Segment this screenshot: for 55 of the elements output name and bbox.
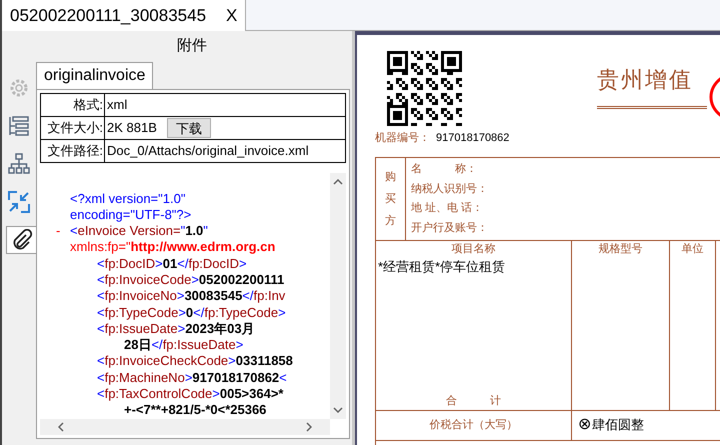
column-header: 单位 bbox=[682, 242, 704, 254]
total-label: 合 计 bbox=[445, 394, 502, 409]
field-value: Doc_0/Attachs/original_invoice.xml bbox=[107, 142, 309, 160]
field-label: 文件路径: bbox=[40, 139, 104, 162]
xml-line: <fp:DocID>01</fp:DocID> bbox=[97, 256, 247, 271]
xml-line: <eInvoice Version="1.0" bbox=[70, 223, 208, 238]
buyer-label: 购买方 bbox=[376, 158, 406, 240]
xml-line: <fp:MachineNo>917018170862< bbox=[97, 370, 287, 385]
scroll-right-icon[interactable] bbox=[306, 422, 312, 432]
xml-line: encoding="UTF-8"?> bbox=[70, 206, 192, 222]
buyer-field-label: 纳税人识别号： bbox=[411, 182, 488, 196]
tool-tab[interactable] bbox=[6, 226, 36, 254]
tree-icon[interactable] bbox=[8, 152, 30, 174]
buyer-field-label: 名 称： bbox=[411, 162, 478, 177]
field-value: 2K 881B bbox=[107, 118, 157, 137]
xml-line: +-<7**+821/5-*0<*25366 bbox=[124, 402, 266, 418]
item-name: *经营租赁*停车位租赁 bbox=[378, 258, 506, 276]
grand-total-amount: 肆佰圆整 bbox=[592, 416, 644, 434]
xml-line: <fp:InvoiceNo>30083545</fp:Inv bbox=[97, 288, 286, 304]
scroll-down-icon[interactable] bbox=[333, 407, 343, 413]
xml-line: <fp:TypeCode>0</fp:TypeCode> bbox=[97, 304, 286, 320]
document-tab[interactable]: 052002200111_30083545 X bbox=[2, 0, 246, 31]
field-label: 文件大小: bbox=[40, 116, 104, 139]
panel-title: 附件 bbox=[176, 36, 208, 56]
horizontal-scrollbar[interactable] bbox=[40, 419, 330, 435]
xml-line: <?xml version="1.0" bbox=[70, 190, 186, 206]
xml-line: <fp:InvoiceCheckCode>03311858 bbox=[97, 353, 293, 368]
xml-line: <fp:IssueDate>2023年03月 bbox=[97, 320, 255, 336]
collapse-marker[interactable]: - bbox=[56, 223, 60, 240]
paperclip-icon[interactable] bbox=[10, 228, 32, 250]
field-label: 格式: bbox=[40, 93, 104, 116]
list-icon[interactable] bbox=[8, 114, 30, 136]
tab-title: 052002200111_30083545 bbox=[10, 4, 206, 27]
buyer-field-label: 地 址、电 话： bbox=[411, 201, 484, 216]
field-value: xml bbox=[107, 96, 128, 114]
grand-total-label: 价税合计（大写） bbox=[430, 418, 518, 433]
vertical-scrollbar[interactable] bbox=[330, 172, 346, 419]
scroll-up-icon[interactable] bbox=[333, 178, 343, 184]
machine-no: 917018170862 bbox=[436, 131, 510, 146]
xml-line: xmlns:fp="http://www.edrm.org.cn bbox=[70, 239, 276, 254]
shrink-icon[interactable] bbox=[8, 190, 30, 212]
machine-no-label: 机器编号： bbox=[375, 131, 430, 146]
invoice-title: 贵州增值 bbox=[597, 66, 694, 94]
download-button[interactable]: 下载 bbox=[166, 118, 211, 138]
buyer-field-label: 开户行及账号： bbox=[411, 220, 488, 236]
xml-line: <fp:TaxControlCode>005>364>* bbox=[97, 386, 284, 402]
qr-code-icon bbox=[387, 51, 462, 126]
file-tab[interactable]: originalinvoice bbox=[36, 62, 154, 88]
close-button[interactable]: X bbox=[226, 2, 238, 28]
scroll-left-icon[interactable] bbox=[58, 422, 64, 432]
column-header: 项目名称 bbox=[450, 242, 496, 256]
crossed-circle-mark: ⊗ bbox=[578, 415, 591, 435]
xml-line: <fp:InvoiceCode>052002200111 bbox=[97, 272, 284, 287]
column-header: 规格型号 bbox=[598, 242, 642, 254]
xml-line: 28日</fp:IssueDate> bbox=[124, 337, 244, 352]
